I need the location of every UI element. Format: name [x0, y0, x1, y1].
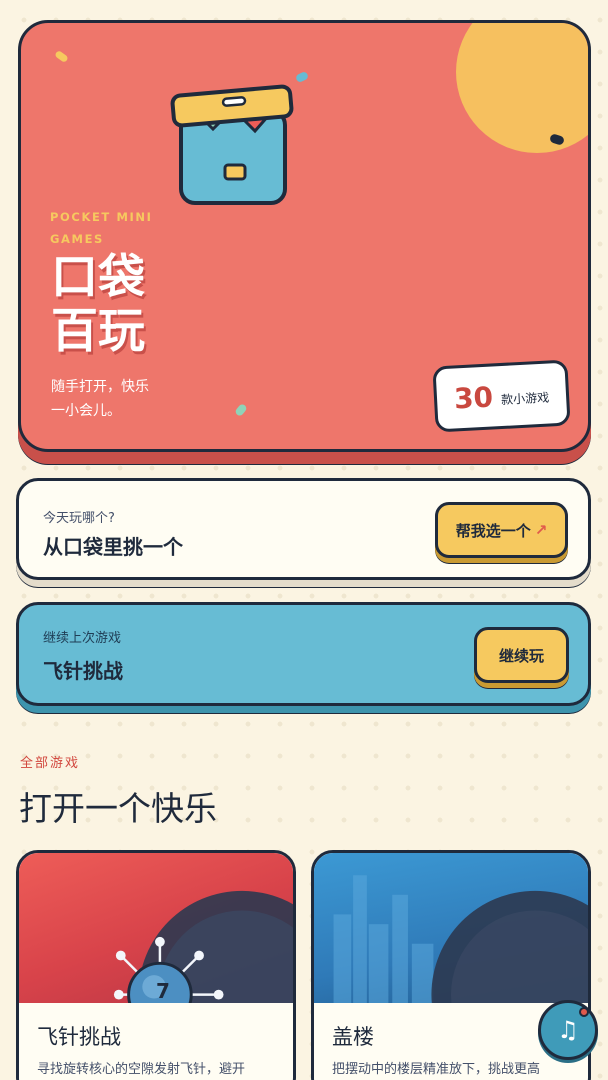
continue-subtitle: 继续上次游戏	[43, 631, 122, 646]
random-pick-card[interactable]: 今天玩哪个? 从口袋里挑一个 帮我选一个 ↗	[16, 478, 591, 580]
hero-title-line1: 口袋	[51, 250, 145, 305]
hero-title-line2: 百玩	[51, 304, 145, 359]
game-count-badge: 30 款小游戏	[432, 359, 571, 433]
hero-eyebrow: POCKET MINI GAMES	[50, 210, 153, 246]
hero-desc-line1: 随手打开，快乐	[51, 379, 149, 395]
hero-title: 口袋 百玩	[51, 251, 181, 359]
game-name: 盖楼	[332, 1025, 374, 1049]
random-pick-button[interactable]: 帮我选一个 ↗	[435, 502, 568, 558]
game-count-number: 30	[453, 379, 494, 415]
confetti-yellow	[54, 49, 69, 64]
hero-desc-line2: 一小会儿。	[51, 403, 121, 419]
music-toggle-button[interactable]: ♫	[538, 1000, 598, 1060]
pocket-bag-icon	[170, 84, 294, 205]
game-body: 飞针挑战 寻找旋转核心的空隙发射飞针，避开	[19, 1003, 293, 1080]
section-title: 打开一个快乐	[19, 789, 217, 828]
game-card-feizhen[interactable]: 7 飞针挑战 寻找旋转核心的空隙发射飞针，避开	[16, 850, 296, 1080]
random-pick-title: 从口袋里挑一个	[43, 535, 183, 559]
sun-decoration	[456, 23, 588, 153]
hero-banner: POCKET MINI GAMES 口袋 百玩 随手打开，快乐 一小会儿。 30…	[18, 20, 591, 452]
arrow-up-right-icon: ↗	[534, 521, 548, 539]
game-description: 把摆动中的楼层精准放下，挑战更高	[332, 1062, 541, 1077]
random-pick-subtitle: 今天玩哪个?	[43, 511, 115, 526]
random-pick-button-label: 帮我选一个	[455, 521, 531, 540]
feizhen-level-badge: 7	[156, 979, 170, 1003]
confetti-green	[234, 402, 248, 418]
section-eyebrow: 全部游戏	[20, 756, 81, 771]
continue-button[interactable]: 继续玩	[474, 627, 569, 683]
game-count-label: 款小游戏	[500, 390, 550, 407]
continue-game-title: 飞针挑战	[43, 659, 123, 683]
continue-game-card[interactable]: 继续上次游戏 飞针挑战 继续玩	[16, 602, 591, 706]
game-description: 寻找旋转核心的空隙发射飞针，避开	[37, 1062, 246, 1077]
music-indicator-dot	[579, 1007, 589, 1017]
game-name: 飞针挑战	[37, 1025, 121, 1049]
hero-description: 随手打开，快乐 一小会儿。	[51, 375, 181, 423]
music-note-icon: ♫	[557, 1016, 579, 1044]
